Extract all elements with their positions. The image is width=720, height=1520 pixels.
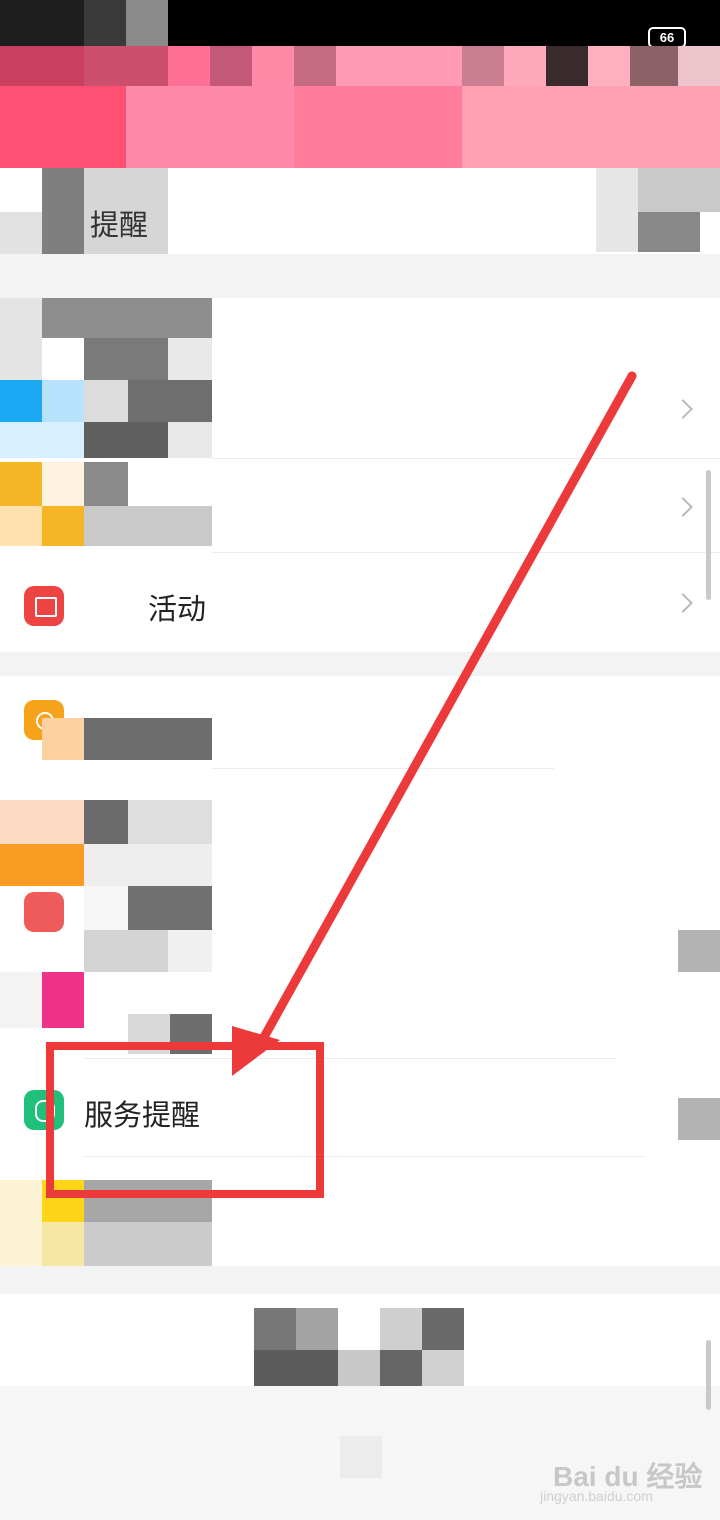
annotation-arrow	[253, 371, 637, 1053]
annotation-overlay	[46, 371, 637, 1198]
annotation-box	[46, 1042, 324, 1198]
baidu-watermark-url: jingyan.baidu.com	[540, 1488, 653, 1504]
arrow-head	[232, 1026, 280, 1076]
